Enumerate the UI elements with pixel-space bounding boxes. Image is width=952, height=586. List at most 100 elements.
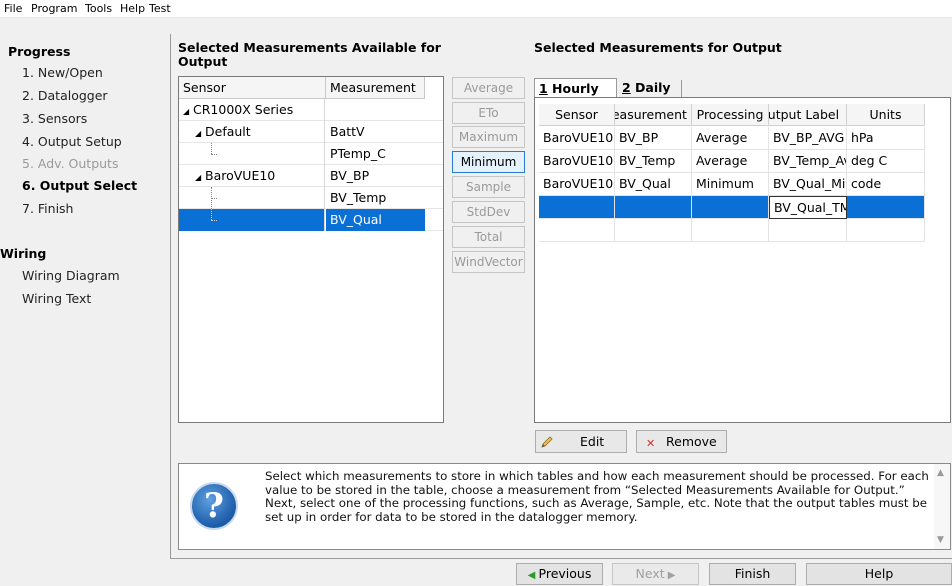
- pencil-icon: [541, 436, 553, 448]
- table-row[interactable]: BaroVUE10 BV_BP Average BV_BP_AVG hPa: [535, 127, 950, 150]
- tree-row[interactable]: ◢ Default BattV: [179, 121, 443, 143]
- tab-daily-number: 2: [622, 80, 631, 95]
- nav-new-open[interactable]: 1. New/Open: [22, 65, 103, 80]
- nav-wiring-text[interactable]: Wiring Text: [22, 291, 91, 306]
- cell-output-label[interactable]: BV_Qual_Min: [769, 173, 847, 196]
- nav-datalogger[interactable]: 2. Datalogger: [22, 88, 108, 103]
- previous-button-label: Previous: [538, 566, 592, 581]
- right-arrow-icon: ▶: [664, 570, 676, 581]
- cell-output-label[interactable]: BV_Temp_Avg: [769, 150, 847, 173]
- available-measurements-grid[interactable]: Sensor Measurement ◢ CR1000X Series ◢ Defa…: [178, 76, 444, 423]
- cell-processing[interactable]: Minimum: [692, 173, 769, 196]
- tab-hourly-number: 1: [539, 81, 548, 96]
- tree-row[interactable]: ◢ CR1000X Series: [179, 99, 443, 121]
- available-title: Selected Measurements Available for Outp…: [178, 41, 441, 69]
- help-question-icon: ?: [190, 482, 238, 530]
- minimum-button[interactable]: Minimum: [452, 151, 525, 173]
- edit-button[interactable]: Edit: [535, 430, 627, 453]
- output-title: Selected Measurements for Output: [534, 40, 782, 55]
- cell-sensor[interactable]: BaroVUE10: [539, 150, 615, 173]
- previous-button[interactable]: ◀ Previous: [516, 563, 603, 585]
- cell-processing[interactable]: [692, 219, 769, 242]
- tab-daily[interactable]: 2 Daily: [618, 80, 682, 97]
- table-row-selected[interactable]: BV_Qual_TMn: [535, 196, 950, 219]
- windvector-button[interactable]: WindVector: [452, 251, 525, 273]
- cell-sensor[interactable]: BaroVUE10: [539, 173, 615, 196]
- cell-output-label[interactable]: BV_BP_AVG: [769, 127, 847, 150]
- tree-cell-measurement: PTemp_C: [330, 146, 386, 161]
- menu-tools[interactable]: Tools: [85, 2, 112, 15]
- help-button[interactable]: Help: [806, 563, 952, 585]
- output-label-edit-field[interactable]: BV_Qual_TMn: [769, 196, 847, 219]
- tree-node-leaf: [179, 143, 325, 165]
- left-navigation: Progress 1. New/Open 2. Datalogger 3. Se…: [0, 34, 170, 559]
- tree-node-leaf: [179, 187, 325, 209]
- finish-button[interactable]: Finish: [709, 563, 796, 585]
- tree-node-leaf: [179, 209, 325, 231]
- scroll-down-icon[interactable]: ▼: [937, 535, 944, 545]
- next-button[interactable]: Next ▶: [612, 563, 699, 585]
- cell-sensor[interactable]: BaroVUE10: [539, 127, 615, 150]
- cell-measurement[interactable]: BV_Qual: [615, 173, 692, 196]
- wiring-heading: Wiring: [0, 246, 47, 261]
- cell-units[interactable]: hPa: [847, 127, 925, 150]
- nav-sensors[interactable]: 3. Sensors: [22, 111, 87, 126]
- tree-connector-line: [211, 209, 212, 220]
- tab-hourly[interactable]: 1 Hourly: [534, 78, 617, 98]
- column-header-measurement[interactable]: Measurement: [615, 104, 692, 126]
- tree-row[interactable]: ◢ BaroVUE10 BV_BP: [179, 165, 443, 187]
- help-text: Select which measurements to store in wh…: [265, 469, 929, 524]
- column-header-output-label[interactable]: Output Label: [769, 104, 847, 126]
- nav-finish[interactable]: 7. Finish: [22, 201, 73, 216]
- collapse-triangle-icon[interactable]: ◢: [183, 101, 193, 122]
- column-header-processing[interactable]: Processing: [692, 104, 769, 126]
- total-button[interactable]: Total: [452, 226, 525, 248]
- cell-measurement[interactable]: BV_Temp: [615, 150, 692, 173]
- menu-test[interactable]: Test: [149, 2, 171, 15]
- nav-wiring-diagram[interactable]: Wiring Diagram: [22, 268, 120, 283]
- nav-output-select[interactable]: 6. Output Select: [22, 178, 137, 193]
- table-row[interactable]: [535, 219, 950, 242]
- cell-output-label[interactable]: [769, 219, 847, 242]
- cell-units[interactable]: code: [847, 173, 925, 196]
- sample-button[interactable]: Sample: [452, 176, 525, 198]
- tree-node-default: ◢ Default: [179, 121, 325, 143]
- output-measurements-grid[interactable]: Sensor Measurement Processing Output Lab…: [534, 97, 951, 423]
- help-scrollbar[interactable]: ▲ ▼: [934, 464, 950, 549]
- tree-row-selected[interactable]: BV_Qual: [179, 209, 443, 231]
- cell-measurement[interactable]: BV_BP: [615, 127, 692, 150]
- maximum-button[interactable]: Maximum: [452, 126, 525, 148]
- edit-button-label: Edit: [580, 434, 605, 449]
- menu-program[interactable]: Program: [31, 2, 77, 15]
- nav-output-setup[interactable]: 4. Output Setup: [22, 134, 122, 149]
- collapse-triangle-icon[interactable]: ◢: [195, 123, 205, 144]
- cell-processing[interactable]: Average: [692, 150, 769, 173]
- cell-measurement[interactable]: [615, 196, 692, 219]
- cell-processing[interactable]: [692, 196, 769, 219]
- table-row[interactable]: BaroVUE10 BV_Temp Average BV_Temp_Avg de…: [535, 150, 950, 173]
- table-row[interactable]: BaroVUE10 BV_Qual Minimum BV_Qual_Min co…: [535, 173, 950, 196]
- column-header-units[interactable]: Units: [847, 104, 925, 126]
- remove-x-icon: ✕: [646, 437, 656, 450]
- average-button[interactable]: Average: [452, 77, 525, 99]
- column-header-sensor[interactable]: Sensor: [179, 77, 326, 99]
- menu-file[interactable]: File: [4, 2, 22, 15]
- collapse-triangle-icon[interactable]: ◢: [195, 167, 205, 188]
- menu-help[interactable]: Help: [120, 2, 145, 15]
- tree-row[interactable]: BV_Temp: [179, 187, 443, 209]
- eto-button[interactable]: ETo: [452, 102, 525, 124]
- cell-units[interactable]: [847, 219, 925, 242]
- cell-processing[interactable]: Average: [692, 127, 769, 150]
- cell-sensor[interactable]: [539, 219, 615, 242]
- stddev-button[interactable]: StdDev: [452, 201, 525, 223]
- tree-row[interactable]: PTemp_C: [179, 143, 443, 165]
- cell-sensor[interactable]: [539, 196, 615, 219]
- tree-cell-measurement: [326, 99, 425, 121]
- column-header-measurement[interactable]: Measurement: [326, 77, 425, 99]
- cell-units[interactable]: deg C: [847, 150, 925, 173]
- column-header-sensor[interactable]: Sensor: [539, 104, 615, 126]
- scroll-up-icon[interactable]: ▲: [937, 468, 944, 478]
- cell-measurement[interactable]: [615, 219, 692, 242]
- remove-button[interactable]: ✕ Remove: [636, 430, 727, 453]
- cell-units[interactable]: [847, 196, 925, 219]
